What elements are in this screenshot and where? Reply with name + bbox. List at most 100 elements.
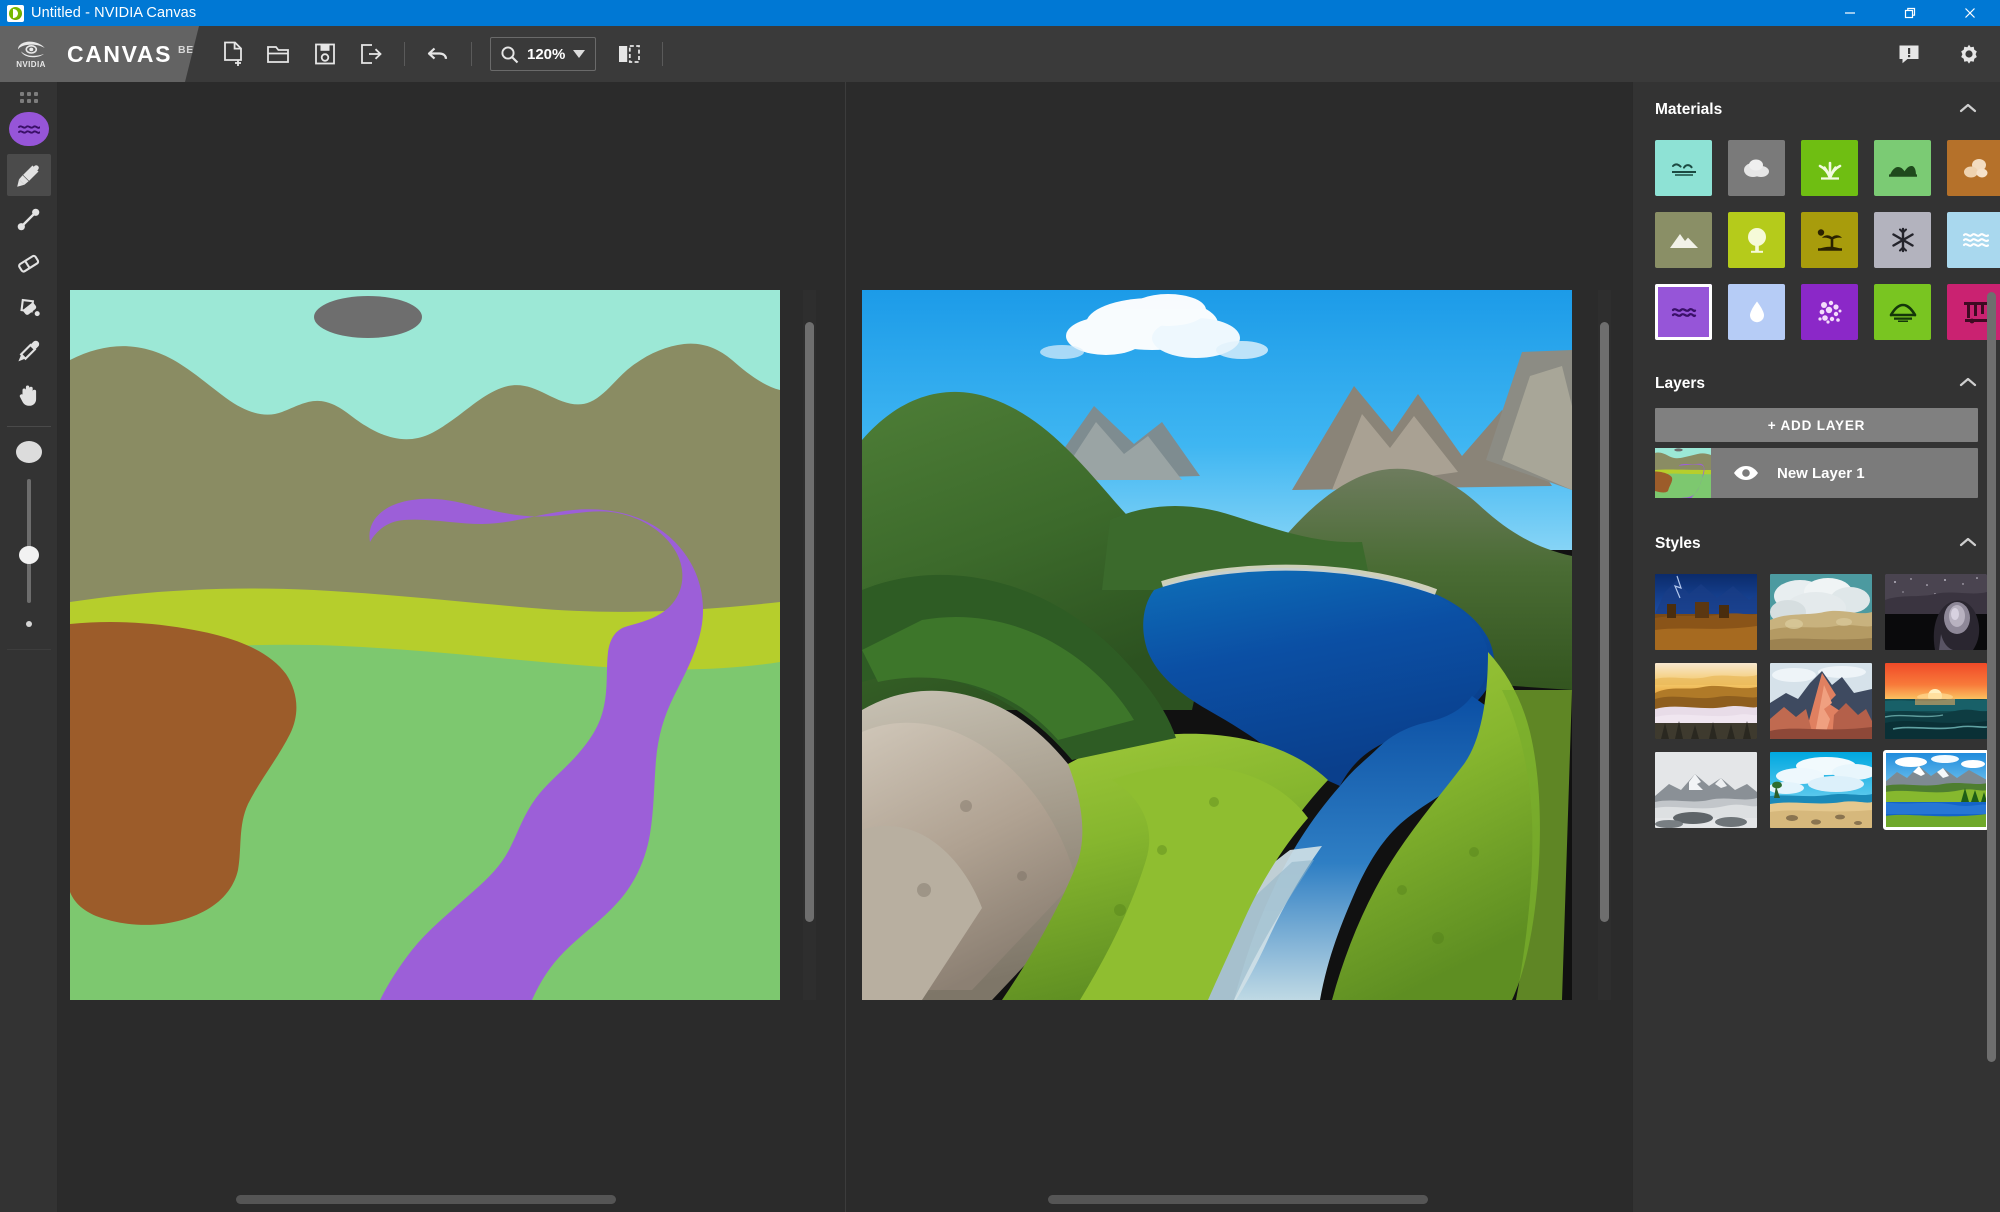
close-button[interactable] [1940, 0, 2000, 26]
material-grass[interactable] [1801, 140, 1858, 196]
material-water[interactable] [1655, 284, 1712, 340]
minimize-button[interactable] [1820, 0, 1880, 26]
styles-header[interactable]: Styles [1633, 524, 2000, 564]
eye-icon[interactable] [1733, 465, 1759, 481]
material-cloud[interactable] [1728, 140, 1785, 196]
tool-pan-hand[interactable] [7, 374, 51, 416]
folder-open-icon [267, 46, 289, 63]
toolbar-divider-2 [471, 42, 472, 66]
tool-eraser[interactable] [7, 242, 51, 284]
material-hill[interactable] [1874, 284, 1931, 340]
style-monochrome-alps[interactable] [1655, 752, 1757, 828]
brush-size-knob[interactable] [18, 546, 39, 564]
output-pane [845, 82, 1631, 1212]
style-beach-sky[interactable] [1770, 752, 1872, 828]
panel-vscroll[interactable] [1987, 292, 1996, 1062]
split-view-icon [619, 45, 641, 63]
material-sea[interactable] [1947, 212, 2000, 268]
dirt-icon [1963, 159, 1987, 178]
add-layer-button[interactable]: + ADD LAYER [1655, 408, 1978, 442]
style-red-spire[interactable] [1770, 663, 1872, 739]
tool-paint-bucket[interactable] [7, 286, 51, 328]
style-golden-fog[interactable] [1655, 663, 1757, 739]
title-bar: Untitled - NVIDIA Canvas [0, 0, 2000, 26]
chevron-up-icon[interactable] [1958, 535, 1978, 553]
style-thumb-night-cave [1885, 574, 1987, 650]
generated-output-image[interactable] [862, 290, 1572, 1000]
material-desert[interactable] [1801, 212, 1858, 268]
material-tree[interactable] [1728, 212, 1785, 268]
layer-thumbnail-image [1655, 448, 1711, 498]
segmentation-canvas[interactable] [70, 290, 780, 1000]
compare-view-button[interactable] [606, 31, 652, 77]
current-material-swatch[interactable] [8, 112, 49, 146]
left-canvas-hscroll[interactable] [236, 1195, 616, 1204]
settings-button[interactable] [1946, 31, 1992, 77]
left-canvas-vscroll[interactable] [805, 322, 814, 922]
segmentation-drawing [70, 290, 780, 1000]
chevron-up-icon[interactable] [1958, 375, 1978, 393]
materials-title: Materials [1655, 101, 1723, 118]
tool-line[interactable] [7, 198, 51, 240]
material-dirt[interactable] [1947, 140, 2000, 196]
chevron-down-icon[interactable] [573, 50, 586, 58]
chevron-up-icon[interactable] [1958, 101, 1978, 119]
zoom-control[interactable]: 120% [490, 37, 597, 71]
waves-icon [1962, 233, 1989, 248]
segmentation-pane [58, 82, 844, 1212]
desert-icon [1817, 229, 1842, 251]
rail-drag-handle[interactable] [18, 92, 40, 104]
materials-header[interactable]: Materials [1633, 90, 2000, 130]
style-thumb-beach-sky [1770, 752, 1872, 828]
layer-row[interactable]: New Layer 1 [1655, 448, 1978, 498]
eyedropper-icon [18, 340, 40, 361]
brush-size-min-indicator [25, 621, 32, 627]
feedback-icon [1899, 45, 1919, 64]
layers-header[interactable]: Layers [1633, 364, 2000, 404]
right-canvas-vscroll[interactable] [1600, 322, 1609, 922]
toolbar-right-actions [1886, 26, 1992, 82]
mountain-icon [1669, 234, 1698, 248]
style-night-cave[interactable] [1885, 574, 1987, 650]
undo-button[interactable] [415, 31, 461, 77]
undo-arrow-icon [427, 47, 448, 60]
layers-body: + ADD LAYER New Layer 1 [1633, 404, 2000, 498]
brush-size-slider[interactable] [18, 479, 39, 603]
style-cumulus-cliff[interactable] [1770, 574, 1872, 650]
layer-thumbnail [1655, 448, 1711, 498]
style-storm-mesa[interactable] [1655, 574, 1757, 650]
style-ocean-sunset[interactable] [1885, 663, 1987, 739]
right-canvas-hscroll[interactable] [1048, 1195, 1428, 1204]
flowers-icon [1817, 300, 1841, 324]
generated-landscape [862, 290, 1572, 1000]
brush-size-preview [15, 441, 42, 463]
brand-block: NVIDIA CANVAS BETA [0, 26, 199, 82]
material-sky[interactable] [1655, 140, 1712, 196]
restore-button[interactable] [1880, 0, 1940, 26]
style-thumb-alpine-lake [1885, 752, 1987, 828]
nvidia-eye-icon [18, 41, 45, 57]
tool-eyedropper[interactable] [7, 330, 51, 372]
paint-brush-icon [17, 164, 39, 187]
export-image-button[interactable] [348, 31, 394, 77]
feedback-button[interactable] [1886, 31, 1932, 77]
material-fog[interactable] [1728, 284, 1785, 340]
gear-icon [1961, 44, 1977, 64]
material-snow[interactable] [1874, 212, 1931, 268]
save-image-button[interactable] [302, 31, 348, 77]
layer-name-label: New Layer 1 [1777, 464, 1865, 482]
tree-icon [1747, 228, 1766, 253]
nvidia-canvas-window: Untitled - NVIDIA Canvas NVIDIA CANVAS B… [0, 0, 2000, 1212]
bush-icon [1888, 165, 1917, 177]
material-flowers[interactable] [1801, 284, 1858, 340]
tool-paint-brush[interactable] [6, 154, 51, 196]
export-icon [361, 44, 382, 64]
eraser-icon [18, 254, 40, 273]
window-title: Untitled - NVIDIA Canvas [31, 5, 197, 21]
material-bush[interactable] [1874, 140, 1931, 196]
material-mountain[interactable] [1655, 212, 1712, 268]
open-image-button[interactable] [256, 31, 302, 77]
style-alpine-lake[interactable] [1883, 750, 1989, 830]
new-image-button[interactable] [210, 31, 256, 77]
materials-grid [1633, 130, 2000, 340]
